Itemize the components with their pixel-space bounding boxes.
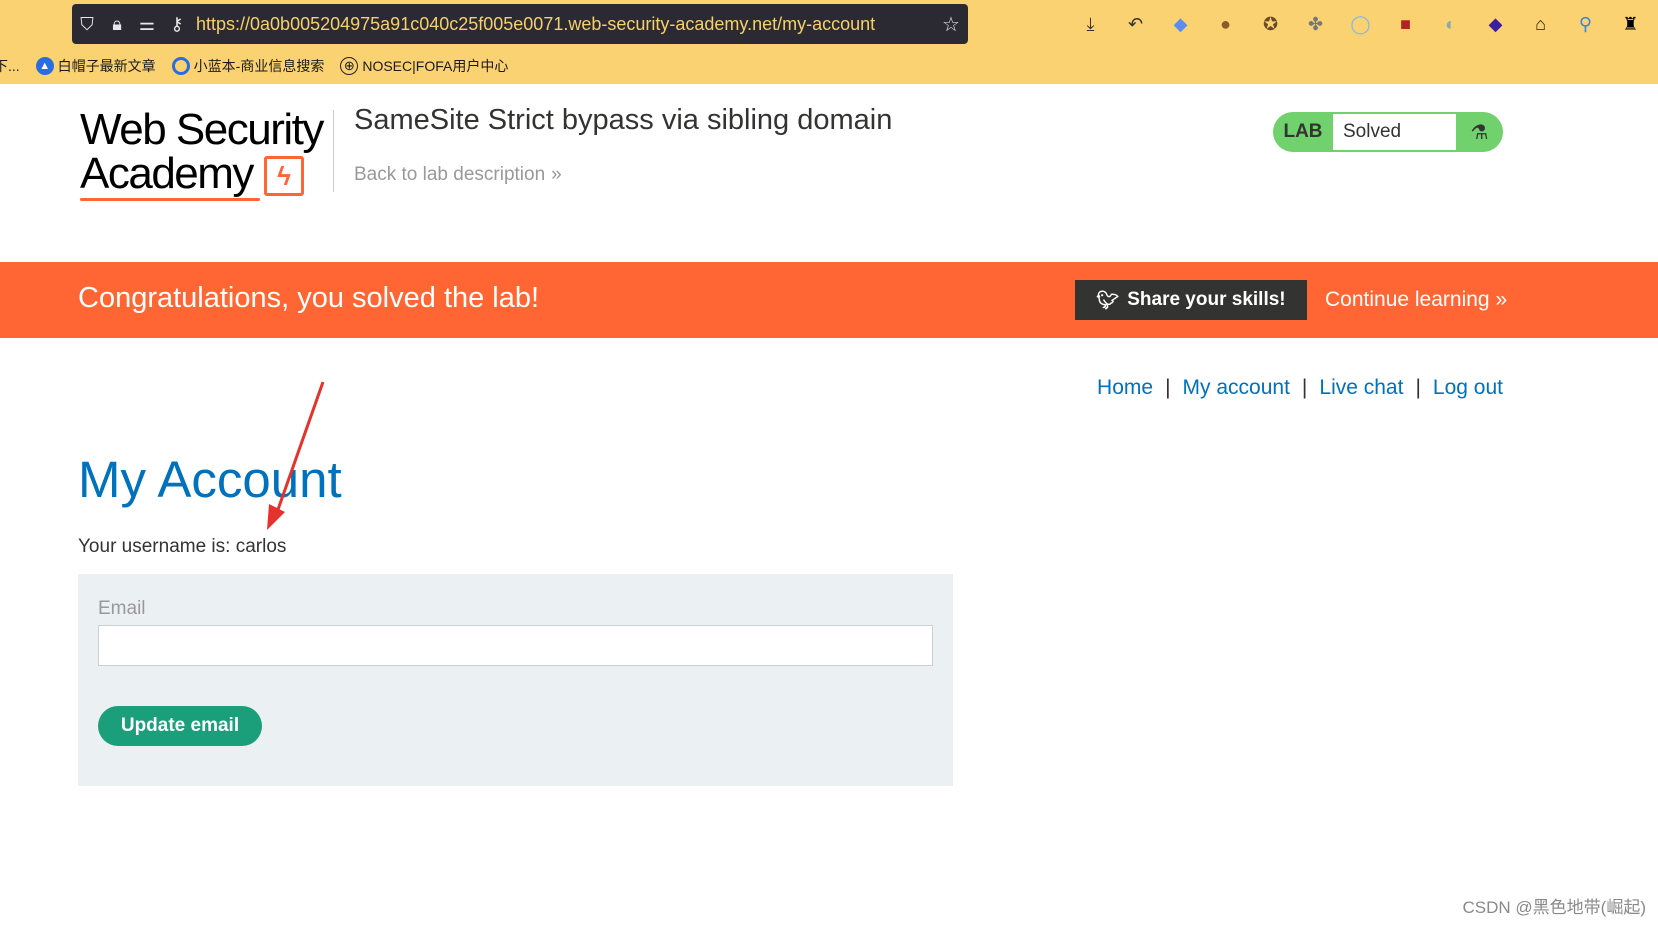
browser-chrome: ⛉ 🔒︎ ⚌ ⚷ https://0a0b005204975a91c040c25… xyxy=(0,0,1658,84)
pin-icon[interactable]: ⚲ xyxy=(1570,9,1601,40)
toggle-icon[interactable]: ◐ xyxy=(1435,9,1466,40)
lock-icon[interactable]: 🔒︎ xyxy=(102,14,132,35)
bookmarks-bar: 下... ▲ 白帽子最新文章 小蓝本-商业信息搜索 ⊕ NOSEC|FOFA用户… xyxy=(0,52,524,80)
solved-banner: Congratulations, you solved the lab! 🐦︎ … xyxy=(0,262,1658,338)
extension-icon[interactable]: ◆ xyxy=(1165,9,1196,40)
address-bar[interactable]: ⛉ 🔒︎ ⚌ ⚷ https://0a0b005204975a91c040c25… xyxy=(72,4,968,44)
logo-line1: Web Security xyxy=(80,105,324,154)
congratulations-message: Congratulations, you solved the lab! xyxy=(78,282,540,314)
undo-icon[interactable]: ↶ xyxy=(1120,9,1151,40)
nav-separator: | xyxy=(1415,376,1421,399)
nav-log-out[interactable]: Log out xyxy=(1433,376,1503,400)
download-icon[interactable]: ⤓ xyxy=(1075,9,1106,40)
bookmark-item[interactable]: 下... xyxy=(0,56,20,76)
hat-icon[interactable]: ⌂ xyxy=(1525,9,1556,40)
cookie-editor-icon[interactable]: ✪ xyxy=(1255,9,1286,40)
site-nav: Home | My account | Live chat | Log out xyxy=(1097,376,1503,400)
permissions-icon[interactable]: ⚌ xyxy=(132,14,162,35)
csdn-watermark: CSDN @黑色地带(崛起) xyxy=(1462,898,1646,917)
continue-learning-link[interactable]: Continue learning » xyxy=(1325,288,1507,312)
lightning-icon: ϟ xyxy=(264,156,304,196)
change-email-form: Email Update email xyxy=(78,574,953,786)
bookmark-label: NOSEC|FOFA用户中心 xyxy=(362,58,509,74)
page: ⛉ 🔒︎ ⚌ ⚷ https://0a0b005204975a91c040c25… xyxy=(0,0,1658,926)
share-skills-button[interactable]: 🐦︎ Share your skills! xyxy=(1075,280,1307,320)
back-to-lab-link[interactable]: Back to lab description» xyxy=(354,164,562,186)
spy-icon[interactable]: ♜ xyxy=(1615,9,1646,40)
arrow-shaft xyxy=(273,381,325,519)
lab-status-text: Solved xyxy=(1333,114,1456,150)
whitehat-icon: ▲ xyxy=(35,57,54,75)
update-email-button[interactable]: Update email xyxy=(98,706,262,746)
circle-icon[interactable]: ◯ xyxy=(1345,9,1376,40)
header-divider xyxy=(333,110,334,192)
bookmark-star-icon[interactable]: ☆ xyxy=(934,12,968,37)
bookmark-item[interactable]: ▲ 白帽子最新文章 xyxy=(35,56,156,76)
bookmark-label: 白帽子最新文章 xyxy=(57,58,156,74)
bookmark-item[interactable]: ⊕ NOSEC|FOFA用户中心 xyxy=(340,56,508,76)
logo-underline xyxy=(80,198,260,201)
shield-icon[interactable]: ⛉ xyxy=(72,14,102,35)
flask-icon: ⚗ xyxy=(1470,121,1489,144)
bookmark-item[interactable]: 小蓝本-商业信息搜索 xyxy=(171,56,325,76)
double-chevron-right-icon: » xyxy=(1495,288,1508,311)
email-field[interactable] xyxy=(98,625,933,666)
puzzle-icon[interactable]: ✤ xyxy=(1300,9,1331,40)
globe-icon: ⊕ xyxy=(340,57,359,75)
arrow-head xyxy=(267,504,285,530)
academy-logo[interactable]: Web Security Academy ϟ xyxy=(80,105,330,201)
annotation-arrow xyxy=(267,381,325,530)
bookmark-label: 小蓝本-商业信息搜索 xyxy=(193,58,325,74)
url-text[interactable]: https://0a0b005204975a91c040c25f005e0071… xyxy=(196,14,934,35)
nav-home[interactable]: Home xyxy=(1097,376,1153,400)
key-icon[interactable]: ⚷ xyxy=(162,14,192,35)
nav-my-account[interactable]: My account xyxy=(1183,376,1290,400)
burp-icon[interactable]: ■ xyxy=(1390,9,1421,40)
nav-live-chat[interactable]: Live chat xyxy=(1319,376,1403,400)
diamond-icon[interactable]: ◆ xyxy=(1480,9,1511,40)
xiaolanben-icon xyxy=(171,57,190,75)
cookie-icon[interactable]: ● xyxy=(1210,9,1241,40)
email-label: Email xyxy=(98,598,146,619)
back-link-label: Back to lab description xyxy=(354,164,546,185)
nav-separator: | xyxy=(1165,376,1171,399)
share-label: Share your skills! xyxy=(1127,289,1286,310)
nav-separator: | xyxy=(1301,376,1308,399)
lab-status-widget: LAB Solved ⚗ xyxy=(1273,112,1503,152)
bookmark-label: 下... xyxy=(0,58,20,74)
double-chevron-right-icon: » xyxy=(551,164,562,185)
lab-title: SameSite Strict bypass via sibling domai… xyxy=(354,104,893,136)
lab-badge: LAB xyxy=(1283,121,1323,142)
twitter-icon: 🐦︎ xyxy=(1096,289,1120,310)
continue-label: Continue learning xyxy=(1325,288,1490,311)
extension-toolbar: ⤓ ↶ ◆ ● ✪ ✤ ◯ ■ ◐ ◆ ⌂ ⚲ ♜ xyxy=(1075,8,1646,40)
